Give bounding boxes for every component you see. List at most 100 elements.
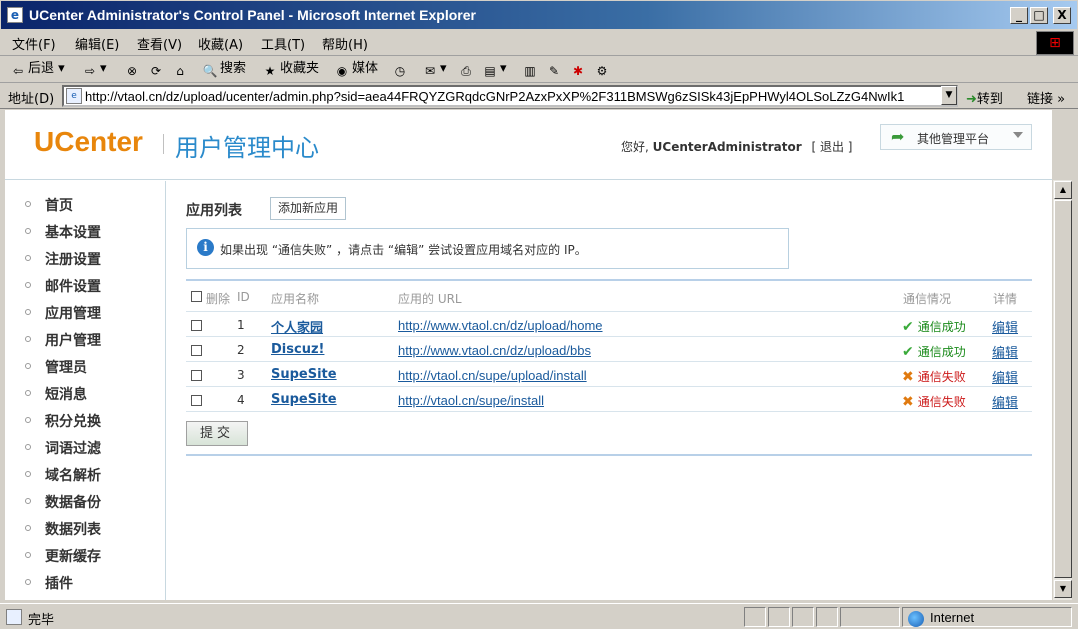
stop-button[interactable]: ⊗ [124, 60, 142, 78]
app-url-link[interactable]: http://vtaol.cn/supe/install [398, 393, 544, 408]
sidebar-item-basic-settings[interactable]: 基本设置 [25, 222, 101, 242]
bullet-icon [25, 363, 31, 369]
messenger-icon: ✎ [548, 64, 560, 78]
back-arrow-icon: ⇦ [12, 64, 24, 78]
edit-page-button[interactable]: ▤ ▾ [482, 60, 506, 78]
table-bottom-divider [186, 454, 1032, 456]
discuss-icon: ▥ [524, 64, 536, 78]
history-button[interactable]: ◷ [392, 60, 410, 78]
col-id: ID [237, 290, 250, 304]
links-button[interactable]: 链接 » [1027, 88, 1065, 107]
sidebar-item-word-filter[interactable]: 词语过滤 [25, 438, 101, 458]
app-url-link[interactable]: http://vtaol.cn/supe/upload/install [398, 368, 587, 383]
media-button[interactable]: ◉ 媒体 [334, 60, 378, 78]
app-name-link[interactable]: Discuz! [271, 342, 324, 357]
address-dropdown-button[interactable]: ▼ [941, 86, 957, 105]
home-button[interactable]: ⌂ [172, 60, 190, 78]
sidebar-item-backup[interactable]: 数据备份 [25, 492, 101, 512]
cross-icon: ✖ [902, 369, 914, 385]
other-platform-dropdown[interactable]: ➦ 其他管理平台 [880, 124, 1032, 150]
sidebar-item-home[interactable]: 首页 [25, 195, 73, 215]
app-name-link[interactable]: SupeSite [271, 367, 337, 382]
forward-button[interactable]: ⇨ ▾ [82, 60, 107, 78]
row-checkbox[interactable] [191, 395, 202, 406]
favorites-label: 收藏夹 [280, 61, 320, 76]
bullet-icon [25, 525, 31, 531]
print-icon: ⎙ [461, 64, 471, 78]
submit-button[interactable]: 提交 [186, 421, 248, 446]
maximize-button[interactable]: □ [1030, 7, 1048, 24]
window-title-bar: e UCenter Administrator's Control Panel … [0, 0, 1078, 30]
mail-button[interactable]: ✉ ▾ [422, 60, 447, 78]
go-button[interactable]: ➜转到 [966, 88, 1003, 107]
edit-link[interactable]: 编辑 [992, 367, 1018, 386]
app-name-link[interactable]: 个人家园 [271, 317, 323, 336]
bullet-icon [25, 336, 31, 342]
main-content: 应用列表 添加新应用 i 如果出现 “通信失败” ，请点击 “编辑” 尝试设置应… [166, 181, 1052, 600]
sidebar-item-register-settings[interactable]: 注册设置 [25, 249, 101, 269]
menu-favorites[interactable]: 收藏(A) [198, 34, 243, 53]
page-icon: e [66, 88, 82, 104]
vertical-scrollbar[interactable]: ▲ ▼ [1052, 180, 1072, 600]
sidebar: 首页 基本设置 注册设置 邮件设置 应用管理 用户管理 管理员 短消息 积分兑换… [5, 181, 166, 600]
menu-edit[interactable]: 编辑(E) [75, 34, 119, 53]
favorites-button[interactable]: ★ 收藏夹 [262, 60, 319, 78]
messenger-button[interactable]: ✎ [546, 60, 564, 78]
discuss-button[interactable]: ▥ [522, 60, 540, 78]
menu-help[interactable]: 帮助(H) [322, 34, 368, 53]
app-url-link[interactable]: http://www.vtaol.cn/dz/upload/home [398, 318, 603, 333]
edit-link[interactable]: 编辑 [992, 342, 1018, 361]
refresh-button[interactable]: ⟳ [148, 60, 166, 78]
status-badge: ✖ 通信失败 [902, 393, 966, 410]
app-url-link[interactable]: http://www.vtaol.cn/dz/upload/bbs [398, 343, 591, 358]
scroll-up-icon[interactable]: ▲ [1054, 181, 1072, 199]
sidebar-item-messages[interactable]: 短消息 [25, 384, 87, 404]
add-app-button[interactable]: 添加新应用 [270, 197, 347, 220]
sidebar-item-data-list[interactable]: 数据列表 [25, 519, 101, 539]
edit-link[interactable]: 编辑 [992, 392, 1018, 411]
window-title: UCenter Administrator's Control Panel - … [29, 7, 476, 23]
page-header: UCenter 用户管理中心 您好, UCenterAdministrator … [5, 110, 1052, 180]
sidebar-item-user-management[interactable]: 用户管理 [25, 330, 101, 350]
sidebar-item-label: 数据备份 [45, 495, 101, 511]
search-button[interactable]: 🔍 搜索 [202, 60, 247, 78]
sidebar-item-label: 短消息 [45, 387, 87, 403]
sidebar-item-label: 用户管理 [45, 333, 101, 349]
app-name-link[interactable]: SupeSite [271, 392, 337, 407]
toolbar: ⇦ 后退 ▾ ⇨ ▾ ⊗ ⟳ ⌂ 🔍 搜索 ★ 收藏夹 ◉ 媒体 ◷ ✉ ▾ ⎙ ▤ ▾ ▥ … [0, 56, 1078, 83]
scroll-thumb[interactable] [1054, 200, 1072, 578]
bullet-icon [25, 444, 31, 450]
scroll-down-icon[interactable]: ▼ [1054, 580, 1072, 598]
bullet-icon [25, 579, 31, 585]
row-checkbox[interactable] [191, 370, 202, 381]
sidebar-item-dns[interactable]: 域名解析 [25, 465, 101, 485]
research-button[interactable]: ✱ [570, 60, 588, 78]
bullet-icon [25, 552, 31, 558]
edit-link[interactable]: 编辑 [992, 317, 1018, 336]
close-button[interactable]: X [1053, 7, 1071, 24]
print-button[interactable]: ⎙ [458, 60, 476, 78]
sidebar-item-plugins[interactable]: 插件 [25, 573, 73, 593]
greeting-prefix: 您好, [621, 140, 649, 154]
menu-tools[interactable]: 工具(T) [261, 34, 305, 53]
row-checkbox[interactable] [191, 345, 202, 356]
menu-view[interactable]: 查看(V) [137, 34, 182, 53]
sidebar-item-mail-settings[interactable]: 邮件设置 [25, 276, 101, 296]
row-checkbox[interactable] [191, 320, 202, 331]
mail-icon: ✉ [424, 64, 436, 78]
menu-file[interactable]: 文件(F) [12, 34, 56, 53]
select-all-checkbox[interactable] [191, 291, 202, 302]
sidebar-item-credit-exchange[interactable]: 积分兑换 [25, 411, 101, 431]
tools-button[interactable]: ⚙ [594, 60, 612, 78]
row-divider [186, 386, 1032, 387]
other-platform-label: 其他管理平台 [917, 132, 990, 146]
logout-link[interactable]: [ 退出 ] [811, 140, 852, 154]
minimize-button[interactable]: _ [1010, 7, 1028, 24]
back-button[interactable]: ⇦ 后退 ▾ [10, 60, 65, 78]
sidebar-item-update-cache[interactable]: 更新缓存 [25, 546, 101, 566]
sidebar-item-app-management[interactable]: 应用管理 [25, 303, 101, 323]
sidebar-item-admins[interactable]: 管理员 [25, 357, 87, 377]
address-input[interactable]: e http://vtaol.cn/dz/upload/ucenter/admi… [62, 85, 958, 107]
username: UCenterAdministrator [652, 140, 802, 154]
status-text: 通信失败 [917, 395, 966, 409]
